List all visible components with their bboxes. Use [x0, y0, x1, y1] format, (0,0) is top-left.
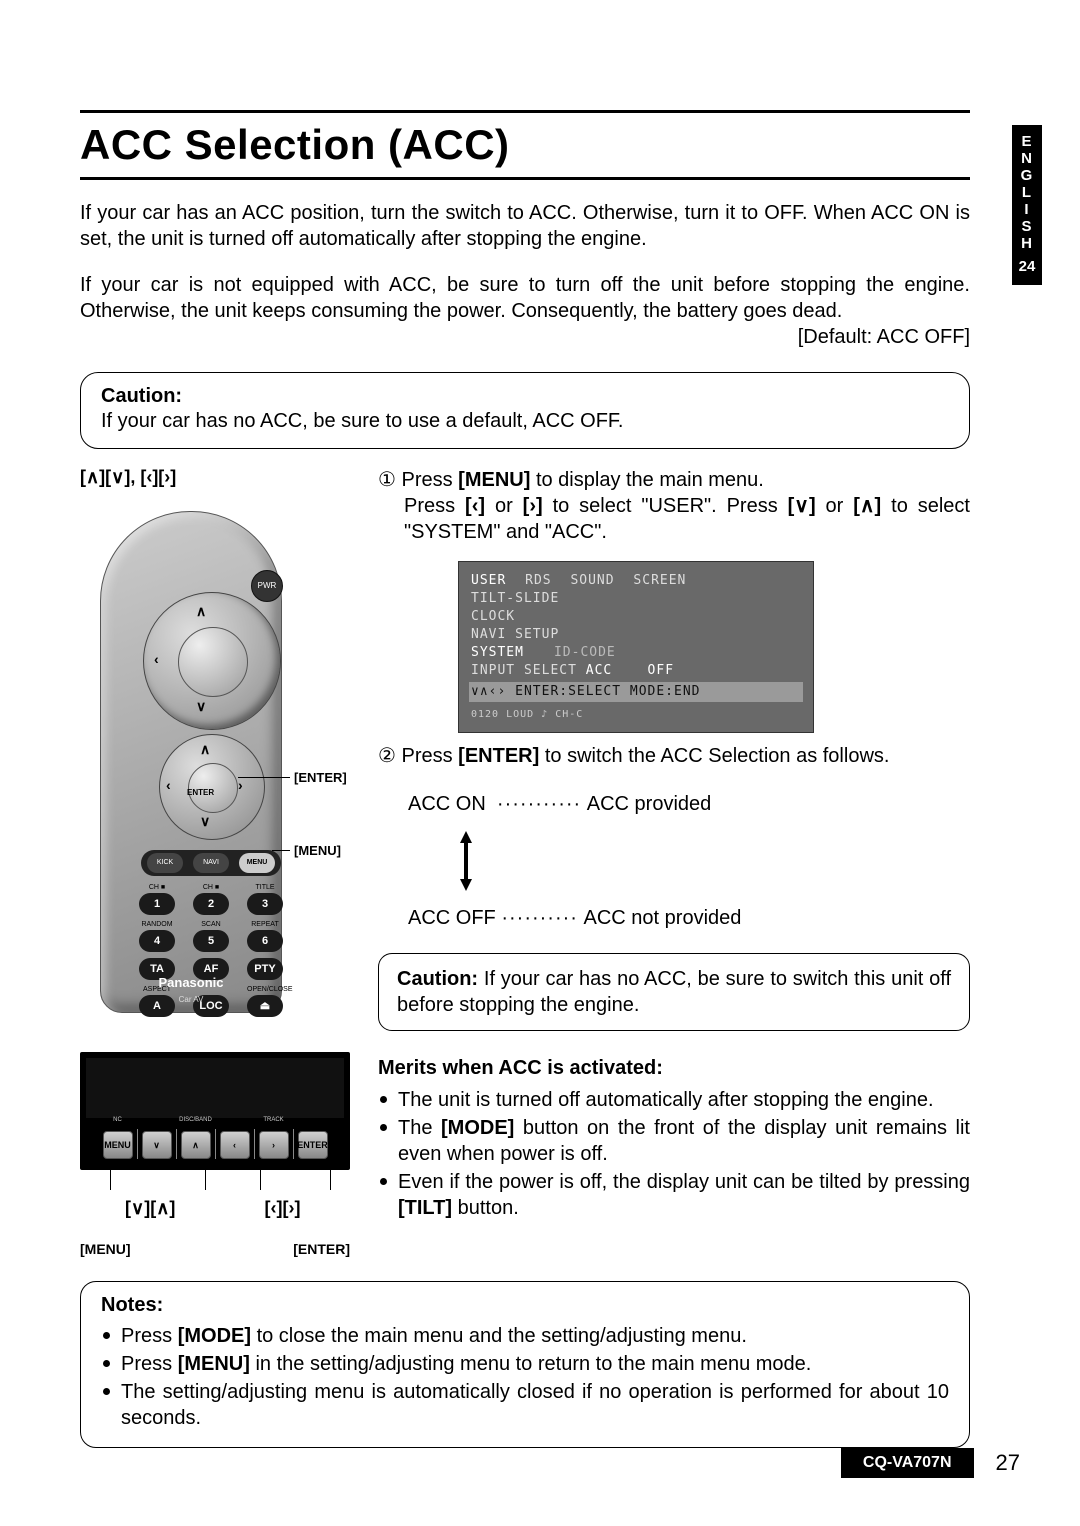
step-1-detail: Press [‹] or [›] to select "USER". Press… — [378, 493, 970, 545]
remote-illustration: PWR ∧∨ ‹› ∧ ∨ ‹ › ENTER KICK NAVI — [80, 496, 350, 1026]
step-2: ② Press [ENTER] to switch the ACC Select… — [378, 743, 970, 769]
callout-menu: [MENU] — [294, 843, 341, 858]
carav-label: Car AV — [101, 995, 281, 1004]
list-item: The [MODE] button on the front of the di… — [378, 1115, 970, 1167]
faceplate-button: › — [259, 1131, 289, 1159]
arrow-keys-label: [∧][∨], [‹][›] — [80, 467, 350, 488]
list-item: Press [MENU] in the setting/adjusting me… — [101, 1351, 949, 1377]
faceplate-button: ∨ — [142, 1131, 172, 1159]
merits-heading: Merits when ACC is activated: — [378, 1055, 970, 1081]
caution-box: Caution: If your car has no ACC, be sure… — [80, 372, 970, 449]
menu-screenshot: USER RDS SOUND SCREEN TILT-SLIDE CLOCK N… — [458, 561, 814, 733]
caution-label: Caution: — [101, 385, 949, 408]
default-label: [Default: ACC OFF] — [798, 324, 970, 350]
enter-small-label: ENTER — [187, 788, 214, 797]
faceplate-syms-right: [‹][›] — [218, 1198, 348, 1219]
updown-arrow-icon — [458, 829, 470, 893]
caution-text: If your car has no ACC, be sure to use a… — [101, 408, 949, 434]
list-item: Even if the power is off, the display un… — [378, 1169, 970, 1221]
enter-ring: ∧ ∨ ‹ › — [159, 734, 265, 840]
caution-box-2: Caution: If your car has no ACC, be sure… — [378, 953, 970, 1031]
list-item: The unit is turned off automatically aft… — [378, 1087, 970, 1113]
page-number: 27 — [996, 1450, 1020, 1476]
top-rule — [80, 110, 970, 113]
notes-label: Notes: — [101, 1294, 949, 1317]
notes-list: Press [MODE] to close the main menu and … — [101, 1323, 949, 1431]
faceplate-enter-label: [ENTER] — [293, 1241, 350, 1257]
page-title: ACC Selection (ACC) — [80, 121, 970, 169]
volume-ring: ∧∨ ‹› — [143, 592, 281, 730]
page-footer: CQ-VA707N 27 — [80, 1448, 1020, 1478]
intro-paragraph-1: If your car has an ACC position, turn th… — [80, 200, 970, 252]
language-tab-number: 24 — [1012, 258, 1042, 275]
title-underline — [80, 177, 970, 180]
faceplate-syms-left: [∨][∧] — [83, 1198, 218, 1219]
list-item: The setting/adjusting menu is automatica… — [101, 1379, 949, 1431]
notes-box: Notes: Press [MODE] to close the main me… — [80, 1281, 970, 1448]
faceplate-menu-label: [MENU] — [80, 1241, 131, 1257]
navigation-strip: KICK NAVI MENU — [141, 850, 281, 876]
pwr-button-icon: PWR — [251, 570, 283, 602]
brand-label: Panasonic — [101, 975, 281, 990]
faceplate-button: ‹ — [220, 1131, 250, 1159]
callout-enter: [ENTER] — [294, 770, 347, 785]
faceplate-button: MENU — [103, 1131, 133, 1159]
faceplate-button: ENTER — [298, 1131, 328, 1159]
merits-list: The unit is turned off automatically aft… — [378, 1087, 970, 1221]
language-tab: ENGLISH 24 — [1012, 125, 1042, 285]
list-item: Press [MODE] to close the main menu and … — [101, 1323, 949, 1349]
acc-toggle-diagram: ACC ON ··········· ACC provided ACC OFF … — [408, 791, 970, 931]
faceplate-illustration: NCMENU∨DISC/BAND∧‹TRACK›ENTER [∨][∧][‹][… — [80, 1052, 350, 1257]
step-1: ① Press [MENU] to display the main menu. — [378, 467, 970, 493]
intro-paragraph-2: If your car is not equipped with ACC, be… — [80, 272, 970, 324]
faceplate-button: ∧ — [181, 1131, 211, 1159]
model-number: CQ-VA707N — [841, 1448, 974, 1478]
